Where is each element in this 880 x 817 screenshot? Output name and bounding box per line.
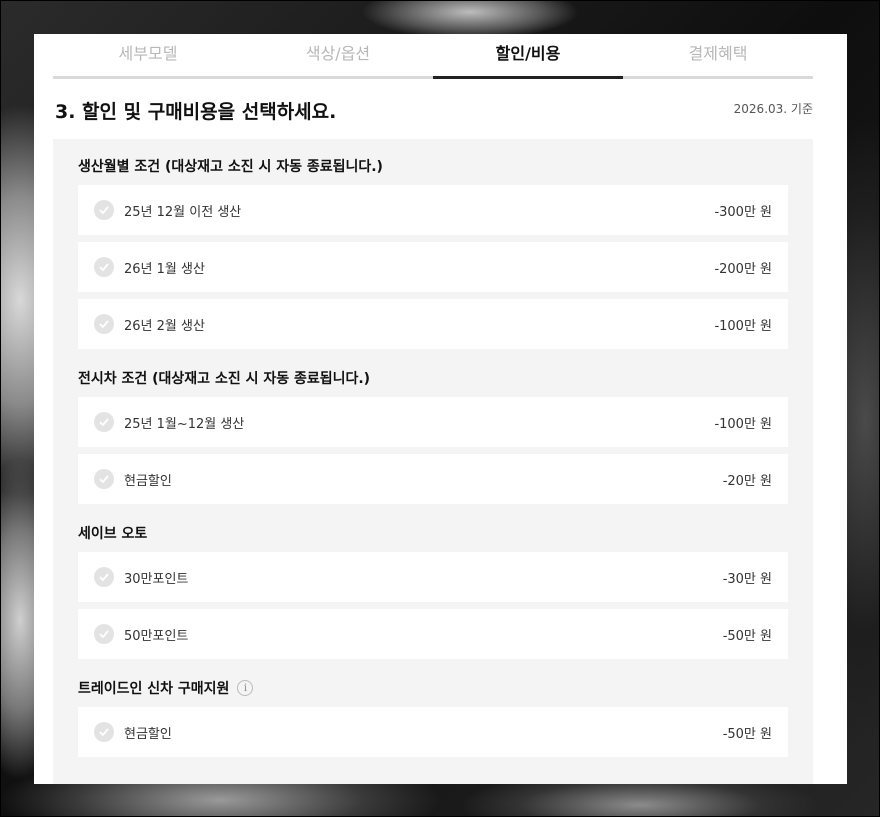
option-row[interactable]: 26년 1월 생산 -200만 원 <box>78 242 788 292</box>
check-icon[interactable] <box>94 412 114 432</box>
tab-payment-benefits[interactable]: 결제혜택 <box>623 34 813 76</box>
option-label: 현금할인 <box>124 726 172 742</box>
option-row[interactable]: 26년 2월 생산 -100만 원 <box>78 299 788 349</box>
option-row[interactable]: 30만포인트 -30만 원 <box>78 552 788 602</box>
tab-discount-cost[interactable]: 할인/비용 <box>433 34 623 79</box>
section-title-save-auto: 세이브 오토 <box>78 526 148 542</box>
option-label: 26년 2월 생산 <box>124 318 205 334</box>
check-icon[interactable] <box>94 200 114 220</box>
option-price: -20만 원 <box>722 473 772 489</box>
section-title-production-month: 생산월별 조건 (대상재고 소진 시 자동 종료됩니다.) <box>78 159 383 175</box>
option-label: 현금할인 <box>124 473 172 489</box>
option-label: 50만포인트 <box>124 628 189 644</box>
option-row[interactable]: 50만포인트 -50만 원 <box>78 609 788 659</box>
option-price: -100만 원 <box>714 318 772 334</box>
check-icon[interactable] <box>94 722 114 742</box>
options-box: 생산월별 조건 (대상재고 소진 시 자동 종료됩니다.) 25년 12월 이전… <box>53 139 813 784</box>
section-title-trade-in-text: 트레이드인 신차 구매지원 <box>78 681 230 697</box>
check-icon[interactable] <box>94 257 114 277</box>
tab-sub-model[interactable]: 세부모델 <box>53 34 243 76</box>
option-label: 25년 1월~12월 생산 <box>124 416 245 432</box>
option-label: 26년 1월 생산 <box>124 261 205 277</box>
page-title: 3. 할인 및 구매비용을 선택하세요. <box>55 101 337 123</box>
section-title-trade-in: 트레이드인 신차 구매지원 i <box>78 678 254 698</box>
check-icon[interactable] <box>94 567 114 587</box>
option-row[interactable]: 25년 1월~12월 생산 -100만 원 <box>78 397 788 447</box>
option-price: -300만 원 <box>714 204 772 220</box>
section-title-display-car: 전시차 조건 (대상재고 소진 시 자동 종료됩니다.) <box>78 371 371 387</box>
option-row[interactable]: 현금할인 -50만 원 <box>78 707 788 757</box>
option-row[interactable]: 현금할인 -20만 원 <box>78 454 788 504</box>
as-of-date: 2026.03. 기준 <box>733 102 813 116</box>
option-price: -50만 원 <box>722 628 772 644</box>
discount-panel: 세부모델 색상/옵션 할인/비용 결제혜택 3. 할인 및 구매비용을 선택하세… <box>34 34 847 784</box>
check-icon[interactable] <box>94 314 114 334</box>
tab-bar: 세부모델 색상/옵션 할인/비용 결제혜택 <box>53 34 813 79</box>
option-price: -50만 원 <box>722 726 772 742</box>
option-label: 30만포인트 <box>124 571 189 587</box>
option-label: 25년 12월 이전 생산 <box>124 204 242 220</box>
option-price: -30만 원 <box>722 571 772 587</box>
info-icon[interactable]: i <box>237 680 254 696</box>
tab-color-options[interactable]: 색상/옵션 <box>243 34 433 76</box>
option-price: -100만 원 <box>714 416 772 432</box>
option-price: -200만 원 <box>714 261 772 277</box>
option-row[interactable]: 25년 12월 이전 생산 -300만 원 <box>78 185 788 235</box>
check-icon[interactable] <box>94 624 114 644</box>
check-icon[interactable] <box>94 469 114 489</box>
